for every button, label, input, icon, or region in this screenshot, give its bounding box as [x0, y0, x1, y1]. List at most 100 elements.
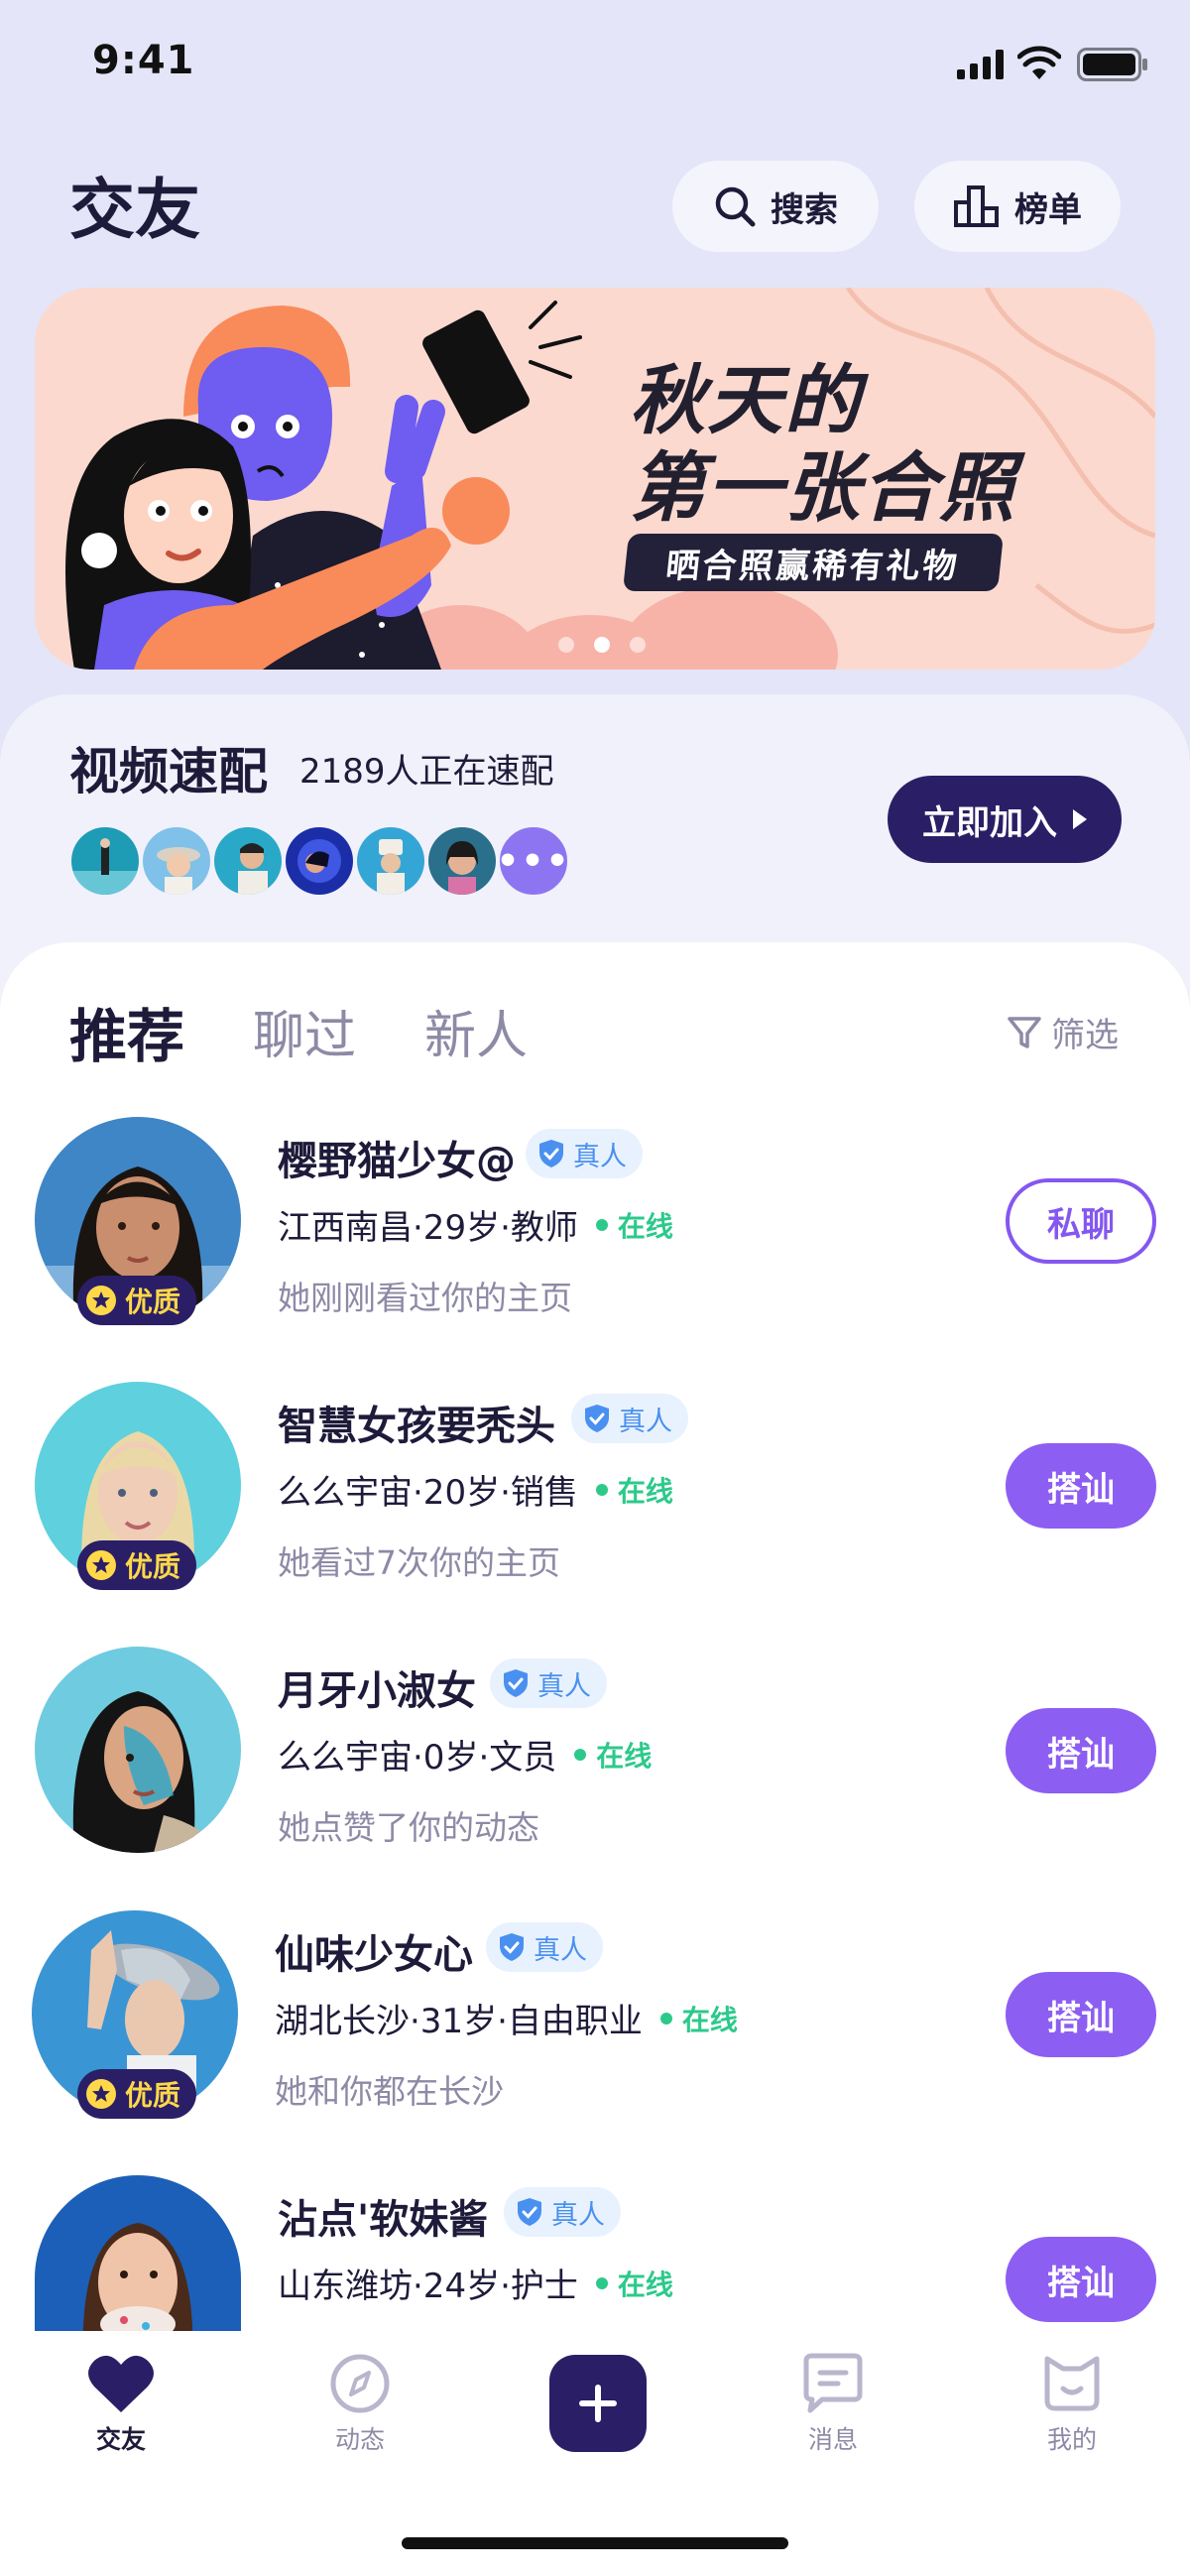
banner-title-line2: 第一张合照	[630, 443, 1016, 532]
tab-new[interactable]: 新人	[424, 994, 528, 1068]
list-item[interactable]: 优质 智慧女孩要秃头 真人 么么宇宙·20岁·销售 在线 她看过7次你的主页 搭…	[0, 1382, 1190, 1640]
search-label: 搜索	[771, 189, 838, 230]
plus-icon	[579, 2385, 617, 2422]
video-match-count: 2189人正在速配	[299, 752, 554, 792]
nav-friends[interactable]: 交友	[61, 2353, 180, 2456]
online-dot	[659, 2012, 672, 2024]
list-item[interactable]: 月牙小淑女 真人 么么宇宙·0岁·文员 在线 她点赞了你的动态 搭讪	[0, 1647, 1190, 1904]
verified-label: 真人	[619, 1406, 672, 1437]
avatar	[35, 1647, 241, 1853]
nav-friends-label: 交友	[95, 2425, 146, 2454]
user-name: 沾点'软妹酱	[278, 2197, 489, 2243]
search-button[interactable]: 搜索	[672, 161, 879, 252]
tab-chatted[interactable]: 聊过	[253, 994, 356, 1068]
avatar	[67, 823, 143, 899]
user-details: 湖北长沙·31岁·自由职业	[275, 2002, 643, 2041]
user-info: 江西南昌·29岁·教师 在线	[278, 1200, 673, 1249]
avatar	[210, 823, 286, 899]
promo-banner[interactable]: 秋天的 第一张合照 晒合照赢稀有礼物	[35, 288, 1155, 670]
wifi-icon	[1017, 46, 1061, 79]
user-info: 么么宇宙·20岁·销售 在线	[278, 1465, 673, 1514]
banner-dot[interactable]	[630, 637, 646, 653]
banner-tag: 晒合照赢稀有礼物	[622, 534, 1005, 591]
user-name: 樱野猫少女@	[278, 1139, 516, 1184]
nav-profile-label: 我的	[1046, 2425, 1097, 2454]
nav-moments-label: 动态	[334, 2425, 385, 2454]
star-icon	[86, 1550, 116, 1580]
banner-title: 秋天的 第一张合照	[630, 357, 1145, 532]
filter-label: 筛选	[1051, 1016, 1119, 1055]
user-name: 月牙小淑女	[278, 1668, 476, 1714]
chart-bars-icon	[954, 185, 999, 227]
verified-label: 真人	[537, 1670, 591, 1702]
create-post-button[interactable]	[549, 2355, 647, 2452]
quality-badge: 优质	[77, 2069, 197, 2119]
shield-check-icon	[585, 1405, 609, 1432]
banner-pagination	[558, 637, 646, 653]
quality-label: 优质	[125, 1286, 181, 1318]
banner-title-line1: 秋天的	[630, 356, 862, 444]
user-note: 她点赞了你的动态	[278, 1808, 539, 1847]
compass-icon	[330, 2354, 390, 2413]
verified-badge: 真人	[504, 2187, 621, 2237]
user-details: 山东潍坊·24岁·护士	[278, 2267, 578, 2306]
avatar	[424, 823, 500, 899]
verified-label: 真人	[534, 1934, 587, 1966]
list-item[interactable]: 优质 仙味少女心 真人 湖北长沙·31岁·自由职业 在线 她和你都在长沙 搭讪	[0, 1910, 1190, 2168]
video-avatar-row[interactable]: •••	[67, 823, 571, 899]
heart-icon	[88, 2355, 154, 2412]
shield-check-icon	[518, 2198, 541, 2226]
join-now-button[interactable]: 立即加入	[888, 776, 1122, 863]
nav-messages-label: 消息	[807, 2425, 858, 2454]
more-avatars-button[interactable]: •••	[496, 823, 571, 899]
star-icon	[86, 1286, 116, 1315]
filter-icon	[1008, 1016, 1041, 1048]
user-name: 仙味少女心	[275, 1932, 473, 1978]
shield-check-icon	[539, 1140, 563, 1167]
online-status: 在线	[596, 1739, 653, 1773]
greet-button[interactable]: 搭讪	[1006, 1972, 1156, 2057]
shield-check-icon	[500, 1933, 524, 1961]
status-bar: 9:41	[0, 0, 1190, 129]
quality-label: 优质	[125, 2079, 181, 2112]
avatar	[35, 2175, 241, 2331]
verified-badge: 真人	[526, 1129, 643, 1178]
online-dot	[595, 1483, 608, 1496]
verified-badge: 真人	[486, 1922, 603, 1972]
user-note: 她和你都在长沙	[275, 2072, 504, 2111]
list-item[interactable]: 优质 樱野猫少女@ 真人 江西南昌·29岁·教师 在线 她刚刚看过你的主页 私聊	[0, 1117, 1190, 1375]
avatar	[353, 823, 428, 899]
verified-label: 真人	[551, 2199, 605, 2231]
profile-icon	[1044, 2356, 1100, 2411]
online-dot	[595, 2276, 608, 2289]
private-chat-button[interactable]: 私聊	[1006, 1178, 1156, 1264]
signal-icon	[957, 50, 1004, 79]
page-title: 交友	[69, 172, 200, 248]
user-name: 智慧女孩要秃头	[278, 1404, 555, 1449]
home-indicator	[402, 2537, 788, 2549]
online-dot	[574, 1748, 587, 1761]
user-details: 么么宇宙·0岁·文员	[278, 1738, 557, 1778]
verified-badge: 真人	[490, 1658, 607, 1708]
nav-profile[interactable]: 我的	[1012, 2353, 1131, 2456]
message-icon	[803, 2353, 863, 2413]
tab-recommend[interactable]: 推荐	[69, 990, 184, 1073]
banner-dot-active[interactable]	[594, 637, 610, 653]
online-status: 在线	[617, 2268, 673, 2301]
video-match-title: 视频速配	[69, 743, 268, 800]
nav-messages[interactable]: 消息	[774, 2353, 892, 2456]
banner-dot[interactable]	[558, 637, 574, 653]
user-details: 么么宇宙·20岁·销售	[278, 1473, 578, 1513]
rank-button[interactable]: 榜单	[914, 161, 1121, 252]
greet-button[interactable]: 搭讪	[1006, 1708, 1156, 1793]
user-info: 么么宇宙·0岁·文员 在线	[278, 1730, 652, 1779]
online-status: 在线	[681, 2003, 738, 2036]
nav-moments[interactable]: 动态	[300, 2353, 419, 2456]
user-note: 她刚刚看过你的主页	[278, 1279, 572, 1317]
filter-button[interactable]: 筛选	[1006, 1008, 1119, 1056]
verified-badge: 真人	[571, 1394, 688, 1443]
status-time: 9:41	[92, 38, 195, 83]
greet-button[interactable]: 搭讪	[1006, 1443, 1156, 1529]
greet-button[interactable]: 搭讪	[1006, 2237, 1156, 2322]
rank-label: 榜单	[1014, 189, 1082, 230]
